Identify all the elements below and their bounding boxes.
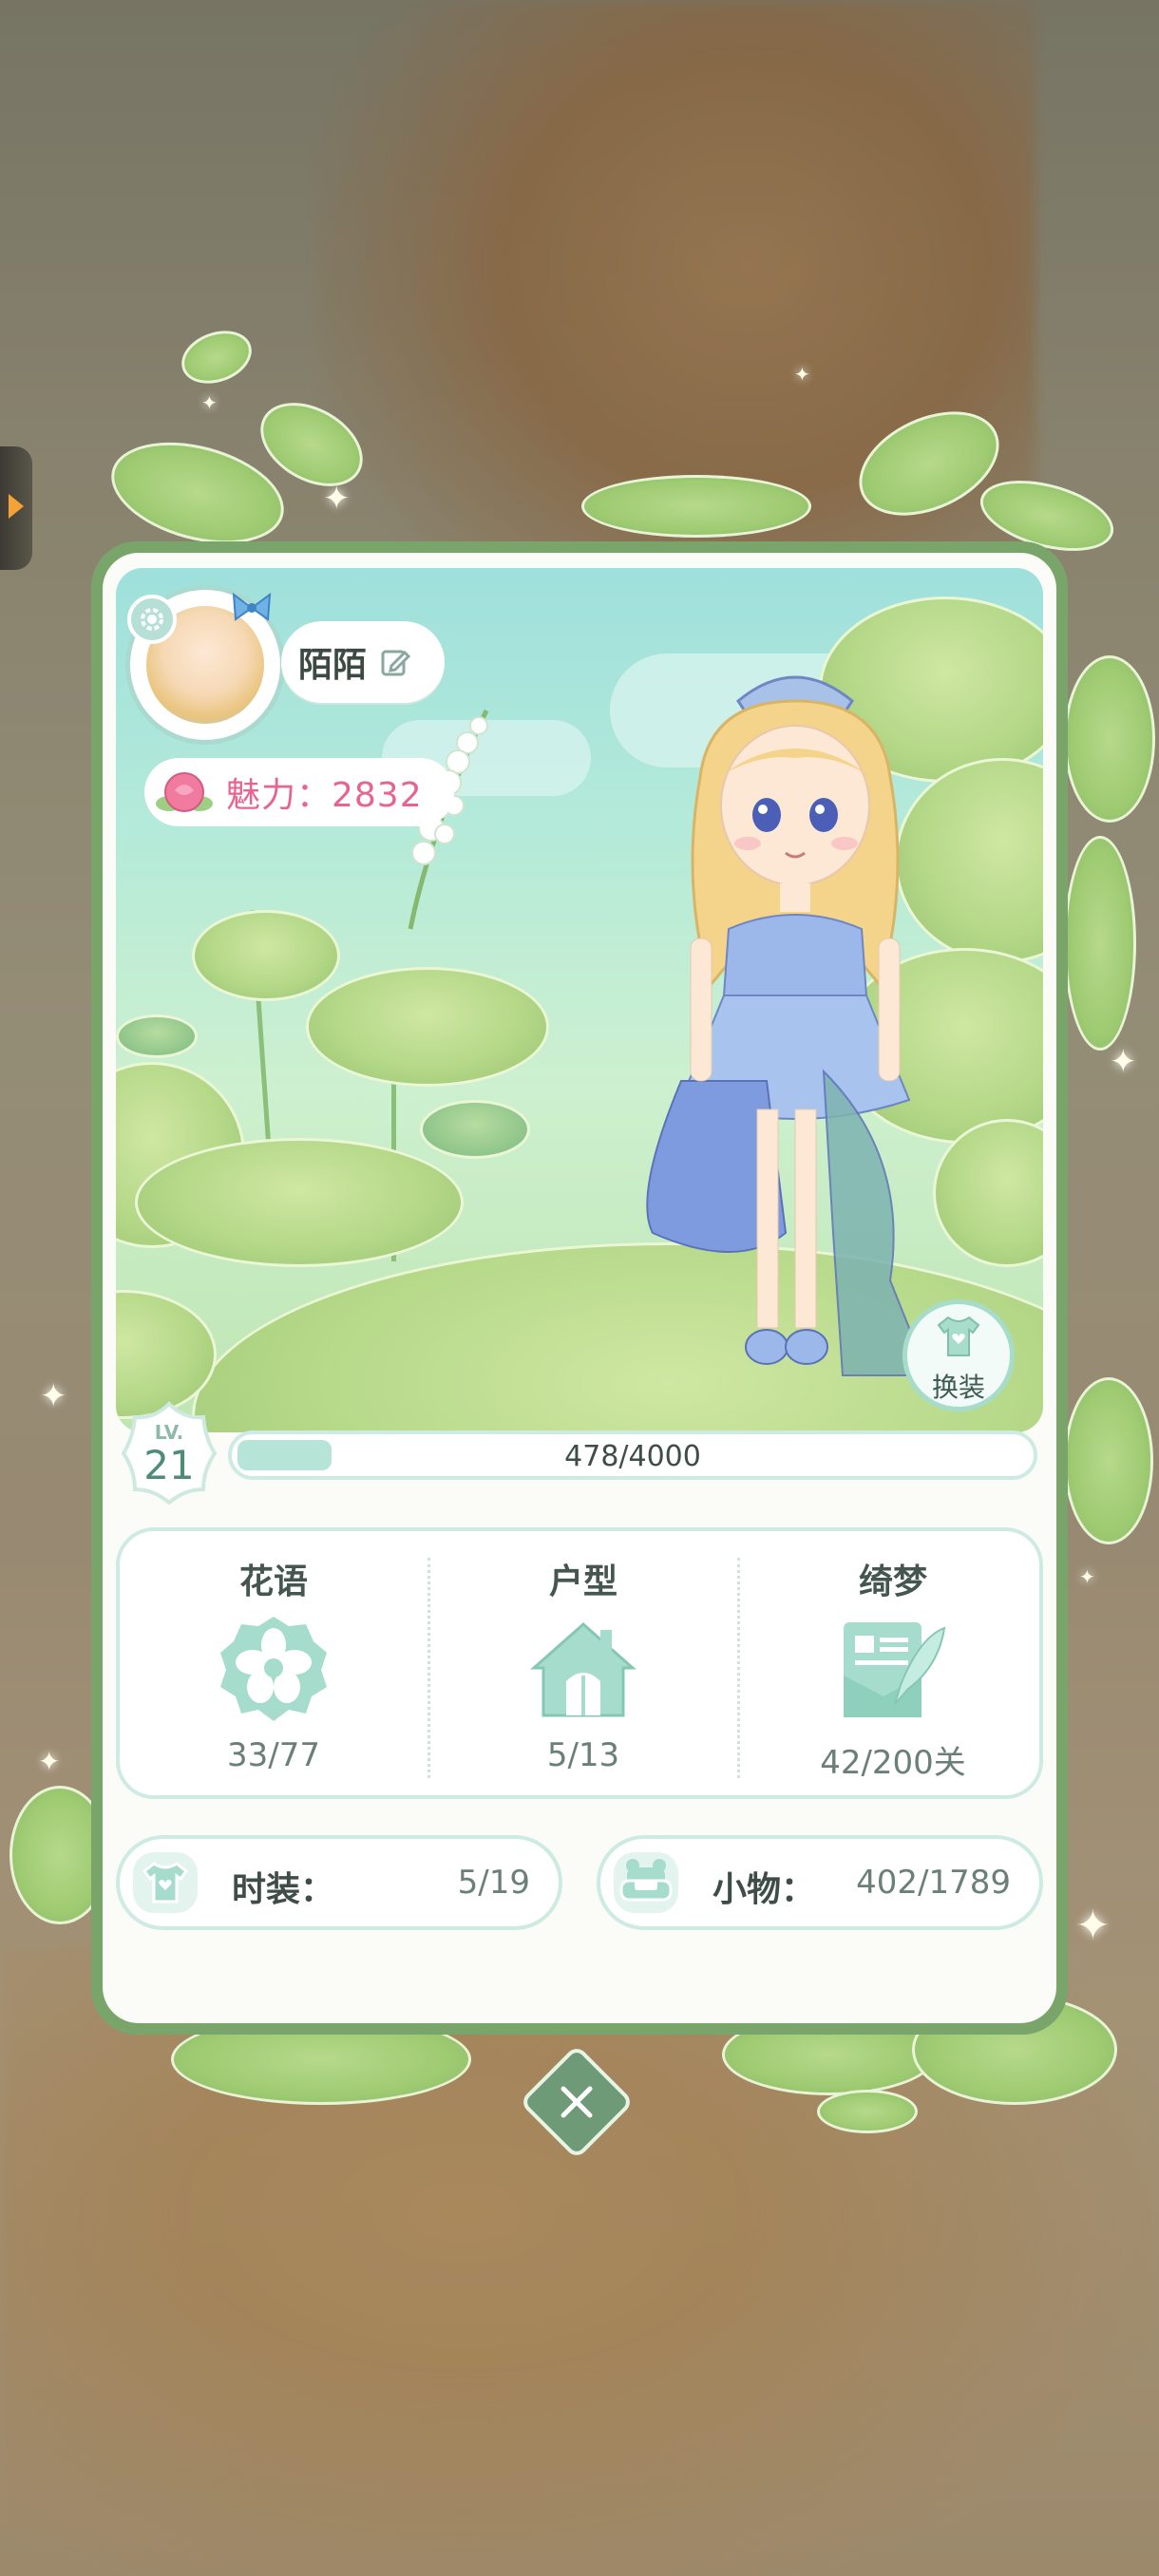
sparkle-icon: ✦ [201,391,218,414]
collection-icon-bg [614,1852,678,1913]
collection-value: 5/19 [457,1864,530,1902]
collection-label: 小物： [712,1870,816,1909]
stat-title: 绮梦 [858,1563,927,1601]
bow-decoration-icon [232,592,272,621]
shirt-heart-icon [937,1316,980,1356]
lily-pad [306,967,549,1087]
lily-pad [192,910,340,1001]
close-icon [560,2086,593,2118]
level-number: 21 [143,1442,195,1488]
level-label: LV. [154,1421,184,1444]
change-outfit-button[interactable]: 换装 [902,1299,1015,1411]
house-icon [530,1621,636,1717]
rose-icon [156,772,213,812]
stat-flower-language[interactable]: 花语 33/77 [120,1531,428,1795]
player-name-pill[interactable]: 陌陌 [281,621,445,703]
edit-icon[interactable] [380,647,411,677]
decor-leaf [1064,655,1155,823]
change-outfit-label: 换装 [931,1372,985,1403]
decor-leaf [581,475,811,538]
collection-icon-bg [133,1852,198,1913]
shirt-icon [142,1862,189,1904]
side-menu-tab[interactable] [0,446,32,570]
sparkle-icon: ✦ [40,1377,67,1415]
gear-icon [141,608,163,631]
arrow-right-icon [9,494,24,519]
collection-label: 时装： [232,1870,335,1909]
level-badge: LV. 21 [122,1400,217,1505]
sparkle-icon: ✦ [1110,1043,1137,1081]
stat-title: 户型 [548,1563,618,1601]
decor-leaf [817,2090,918,2133]
decor-leaf [1064,1377,1153,1544]
flower-icon [220,1617,327,1721]
sparkle-icon: ✦ [1079,1565,1095,1588]
decor-leaf [1064,836,1136,1051]
collection-fashion[interactable]: 时装： 5/19 [116,1835,562,1930]
experience-bar: 478/4000 [228,1430,1037,1480]
player-name: 陌陌 [298,646,368,685]
stat-dream[interactable]: 绮梦 42/200关 [739,1531,1047,1795]
letter-quill-icon [844,1622,946,1717]
charm-pill: 魅力：2832 [144,758,454,826]
sparkle-icon: ✦ [1075,1902,1111,1950]
sparkle-icon: ✦ [794,363,810,386]
experience-text: 478/4000 [564,1440,701,1473]
stat-title: 花语 [238,1563,308,1601]
collection-value: 402/1789 [856,1864,1011,1902]
lily-pad [116,1014,198,1058]
stat-value: 33/77 [227,1736,320,1774]
sofa-icon [619,1859,673,1902]
lily-pad [135,1138,464,1267]
charm-value: 魅力：2832 [226,776,423,815]
lily-pad [420,1100,530,1159]
stat-value: 42/200关 [820,1744,966,1782]
close-icon-wrap[interactable] [536,2061,618,2143]
stats-panel: 花语 33/77 户型 5/13 绮梦 42/200关 [116,1527,1043,1799]
settings-button[interactable] [127,595,177,644]
sparkle-icon: ✦ [38,1746,61,1777]
stat-value: 5/13 [546,1736,620,1774]
stat-house-type[interactable]: 户型 5/13 [429,1531,737,1795]
character-illustration [646,675,930,1376]
sparkle-icon: ✦ [323,480,351,518]
collection-small-items[interactable]: 小物： 402/1789 [597,1835,1043,1930]
